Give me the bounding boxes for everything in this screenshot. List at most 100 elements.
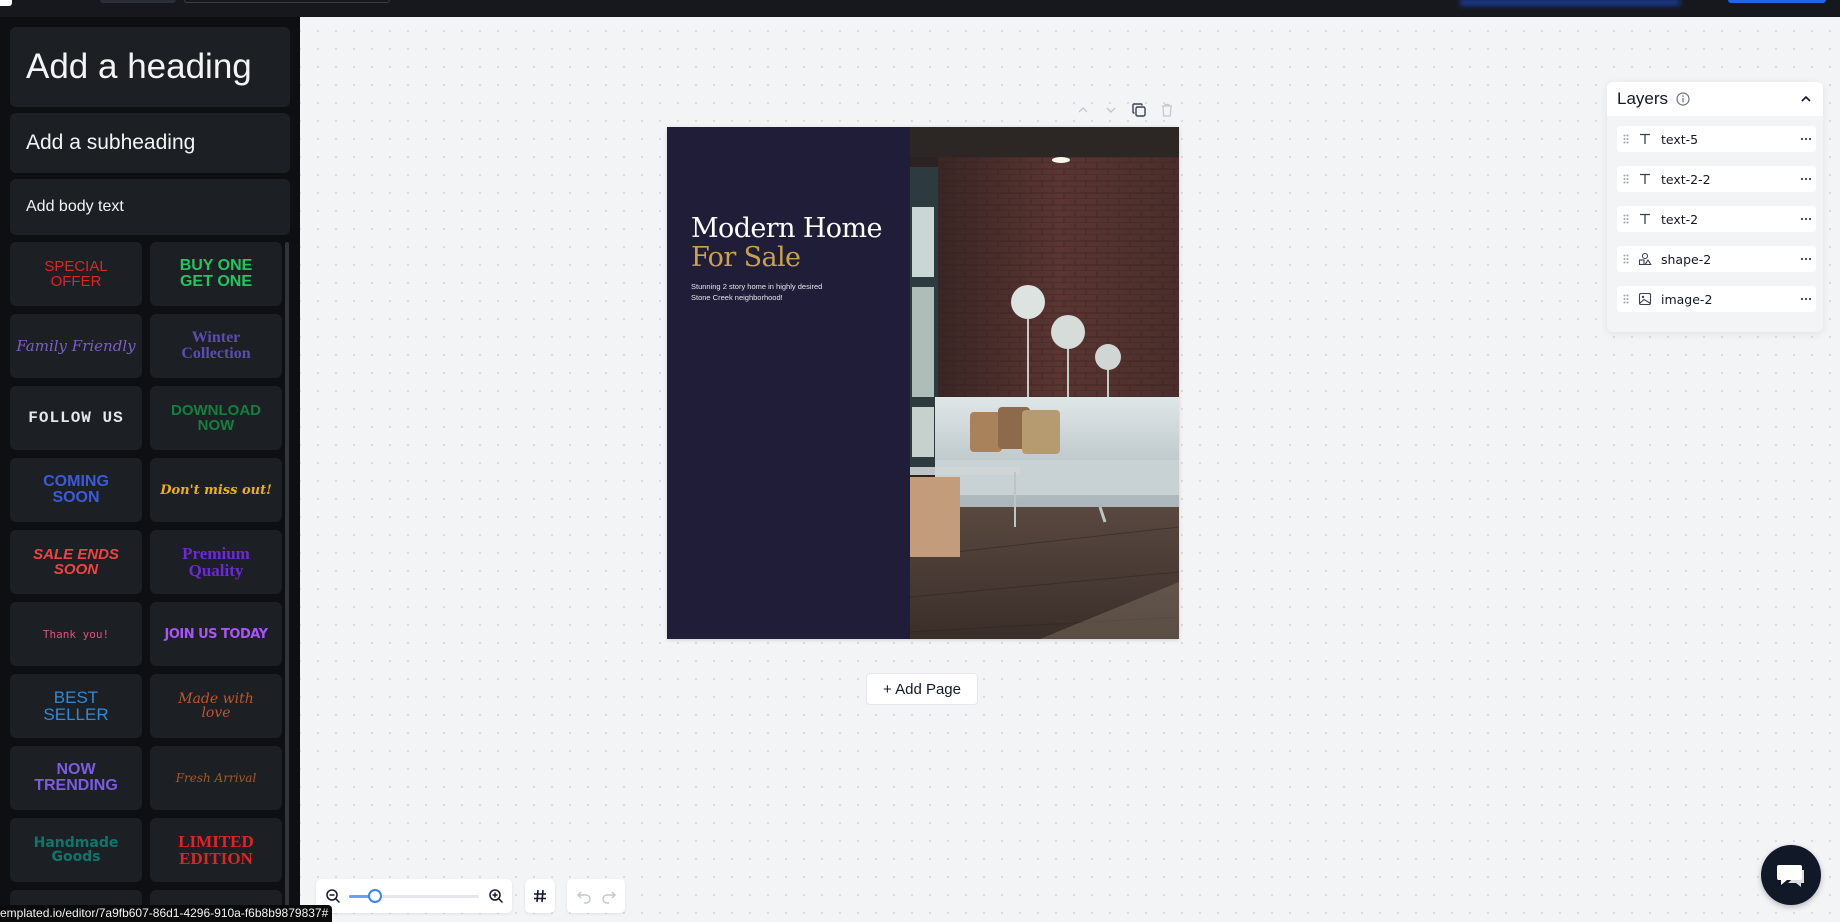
text-preset-line: SOON — [53, 561, 99, 578]
more-options-icon[interactable] — [1796, 217, 1816, 221]
layer-name: text-5 — [1661, 131, 1699, 147]
layer-row-text-2[interactable]: text-2 — [1617, 206, 1816, 232]
text-preset-made[interactable]: Made with love — [150, 674, 282, 738]
layers-header: Layers — [1607, 82, 1823, 116]
text-preset-premium[interactable]: Premium Quality — [150, 530, 282, 594]
primary-action-button[interactable] — [1728, 0, 1826, 3]
add-heading-button[interactable]: Add a heading — [10, 27, 290, 107]
text-preset-family[interactable]: Family Friendly — [10, 314, 142, 378]
zoom-slider[interactable] — [349, 889, 479, 903]
text-preset-label: Family Friendly — [16, 338, 135, 354]
undo-icon[interactable] — [576, 888, 592, 904]
layer-name: text-2-2 — [1661, 171, 1711, 187]
text-preset-line: Quality — [188, 561, 244, 580]
text-preset-limited[interactable]: LIMITED EDITION — [150, 818, 282, 882]
zoom-in-icon[interactable] — [488, 888, 504, 904]
text-preset-line: Don't miss out! — [160, 482, 272, 498]
toggle-grid-button[interactable] — [525, 879, 555, 913]
layer-name: image-2 — [1661, 291, 1713, 307]
top-bar-highlight — [1460, 0, 1680, 5]
text-preset-line: JOIN US TODAY — [164, 626, 268, 642]
layer-row-image-2[interactable]: image-2 — [1617, 286, 1816, 312]
text-preset-label: SALE ENDS SOON — [33, 547, 119, 577]
layer-name: shape-2 — [1661, 251, 1712, 267]
drag-handle-icon[interactable] — [1617, 214, 1635, 224]
top-bar-menu-button[interactable] — [100, 0, 176, 3]
more-options-icon[interactable] — [1796, 137, 1816, 141]
more-options-icon[interactable] — [1796, 177, 1816, 181]
more-options-icon[interactable] — [1796, 297, 1816, 301]
move-page-down-icon[interactable] — [1102, 101, 1120, 119]
drag-handle-icon[interactable] — [1617, 134, 1635, 144]
add-page-button[interactable]: + Add Page — [866, 673, 978, 705]
text-preset-best[interactable]: BEST SELLER — [10, 674, 142, 738]
drag-handle-icon[interactable] — [1617, 174, 1635, 184]
add-subheading-button[interactable]: Add a subheading — [10, 113, 290, 173]
text-preset-thank[interactable]: Thank you! — [10, 602, 142, 666]
layer-name: text-2 — [1661, 211, 1699, 227]
top-bar — [0, 0, 1840, 17]
text-preset-grid: SPECIAL OFFER BUY ONE GET ONE Family Friendl… — [10, 242, 283, 922]
body-line-1: Stunning 2 story home in highly desired — [691, 282, 823, 291]
text-preset-bogo[interactable]: BUY ONE GET ONE — [150, 242, 282, 306]
text-preset-hand[interactable]: Handmade Goods — [10, 818, 142, 882]
info-circle-icon[interactable] — [1676, 92, 1690, 106]
text-preset-label: NOW TRENDING — [34, 762, 118, 794]
text-preset-label: JOIN US TODAY — [164, 626, 268, 642]
chevron-up-icon[interactable] — [1799, 92, 1813, 106]
text-preset-now[interactable]: NOW TRENDING — [10, 746, 142, 810]
layer-row-text-5[interactable]: text-5 — [1617, 126, 1816, 152]
text-preset-coming[interactable]: COMING SOON — [10, 458, 142, 522]
text-preset-line: Thank you! — [42, 627, 110, 641]
hash-grid-icon — [534, 889, 546, 903]
text-preset-label: FOLLOW US — [28, 410, 123, 426]
text-preset-special[interactable]: SPECIAL OFFER — [10, 242, 142, 306]
move-page-up-icon[interactable] — [1074, 101, 1092, 119]
text-5-title[interactable]: Modern Home — [691, 213, 882, 244]
text-preset-line: Goods — [51, 849, 101, 865]
delete-page-icon[interactable] — [1158, 101, 1176, 119]
text-preset-download[interactable]: DOWNLOAD NOW — [150, 386, 282, 450]
chat-support-button[interactable] — [1761, 845, 1821, 905]
shape-2-panel[interactable] — [667, 127, 910, 639]
text-preset-line: Winter — [191, 329, 241, 346]
text-2-2-subtitle[interactable]: For Sale — [691, 242, 801, 273]
text-preset-join[interactable]: JOIN US TODAY — [150, 602, 282, 666]
text-preset-line: Fresh Arrival — [175, 771, 257, 785]
text-preset-winter[interactable]: Winter Collection — [150, 314, 282, 378]
drag-handle-icon[interactable] — [1617, 254, 1635, 264]
layers-panel: Layers text-5 text-2-2 text-2 shape-2 image-… — [1607, 82, 1823, 332]
text-preset-follow[interactable]: FOLLOW US — [10, 386, 142, 450]
text-layer-icon — [1635, 212, 1655, 226]
add-body-text-button[interactable]: Add body text — [10, 179, 290, 235]
redo-icon[interactable] — [601, 888, 617, 904]
text-sidebar: Add a heading Add a subheading Add body … — [0, 17, 300, 922]
drag-handle-icon[interactable] — [1617, 294, 1635, 304]
zoom-out-icon[interactable] — [325, 888, 341, 904]
app-logo[interactable] — [0, 0, 12, 6]
layer-row-text-2-2[interactable]: text-2-2 — [1617, 166, 1816, 192]
text-preset-line: FOLLOW US — [28, 409, 124, 427]
sidebar-scrollbar[interactable] — [285, 242, 289, 922]
shape-layer-icon — [1635, 252, 1655, 266]
duplicate-page-icon[interactable] — [1130, 101, 1148, 119]
image-layer-icon — [1635, 292, 1655, 306]
text-preset-fresh[interactable]: Fresh Arrival — [150, 746, 282, 810]
text-layer-icon — [1635, 132, 1655, 146]
zoom-slider-thumb[interactable] — [368, 889, 382, 903]
template-name-input[interactable] — [184, 0, 390, 3]
text-2-body[interactable]: Stunning 2 story home in highly desired … — [691, 281, 841, 303]
text-preset-label: Handmade Goods — [34, 836, 119, 864]
more-options-icon[interactable] — [1796, 257, 1816, 261]
text-preset-line: TRENDING — [34, 777, 118, 794]
undo-redo-group — [567, 879, 625, 913]
design-page[interactable]: Modern Home For Sale Stunning 2 story ho… — [667, 127, 1179, 639]
text-preset-dont[interactable]: Don't miss out! — [150, 458, 282, 522]
image-2-living-room-photo[interactable] — [909, 127, 1179, 639]
text-preset-label: SPECIAL OFFER — [44, 259, 107, 289]
text-preset-sale[interactable]: SALE ENDS SOON — [10, 530, 142, 594]
text-preset-line: BUY ONE — [179, 257, 253, 274]
text-preset-label: COMING SOON — [43, 474, 109, 506]
layers-title: Layers — [1617, 89, 1669, 108]
layer-row-shape-2[interactable]: shape-2 — [1617, 246, 1816, 272]
